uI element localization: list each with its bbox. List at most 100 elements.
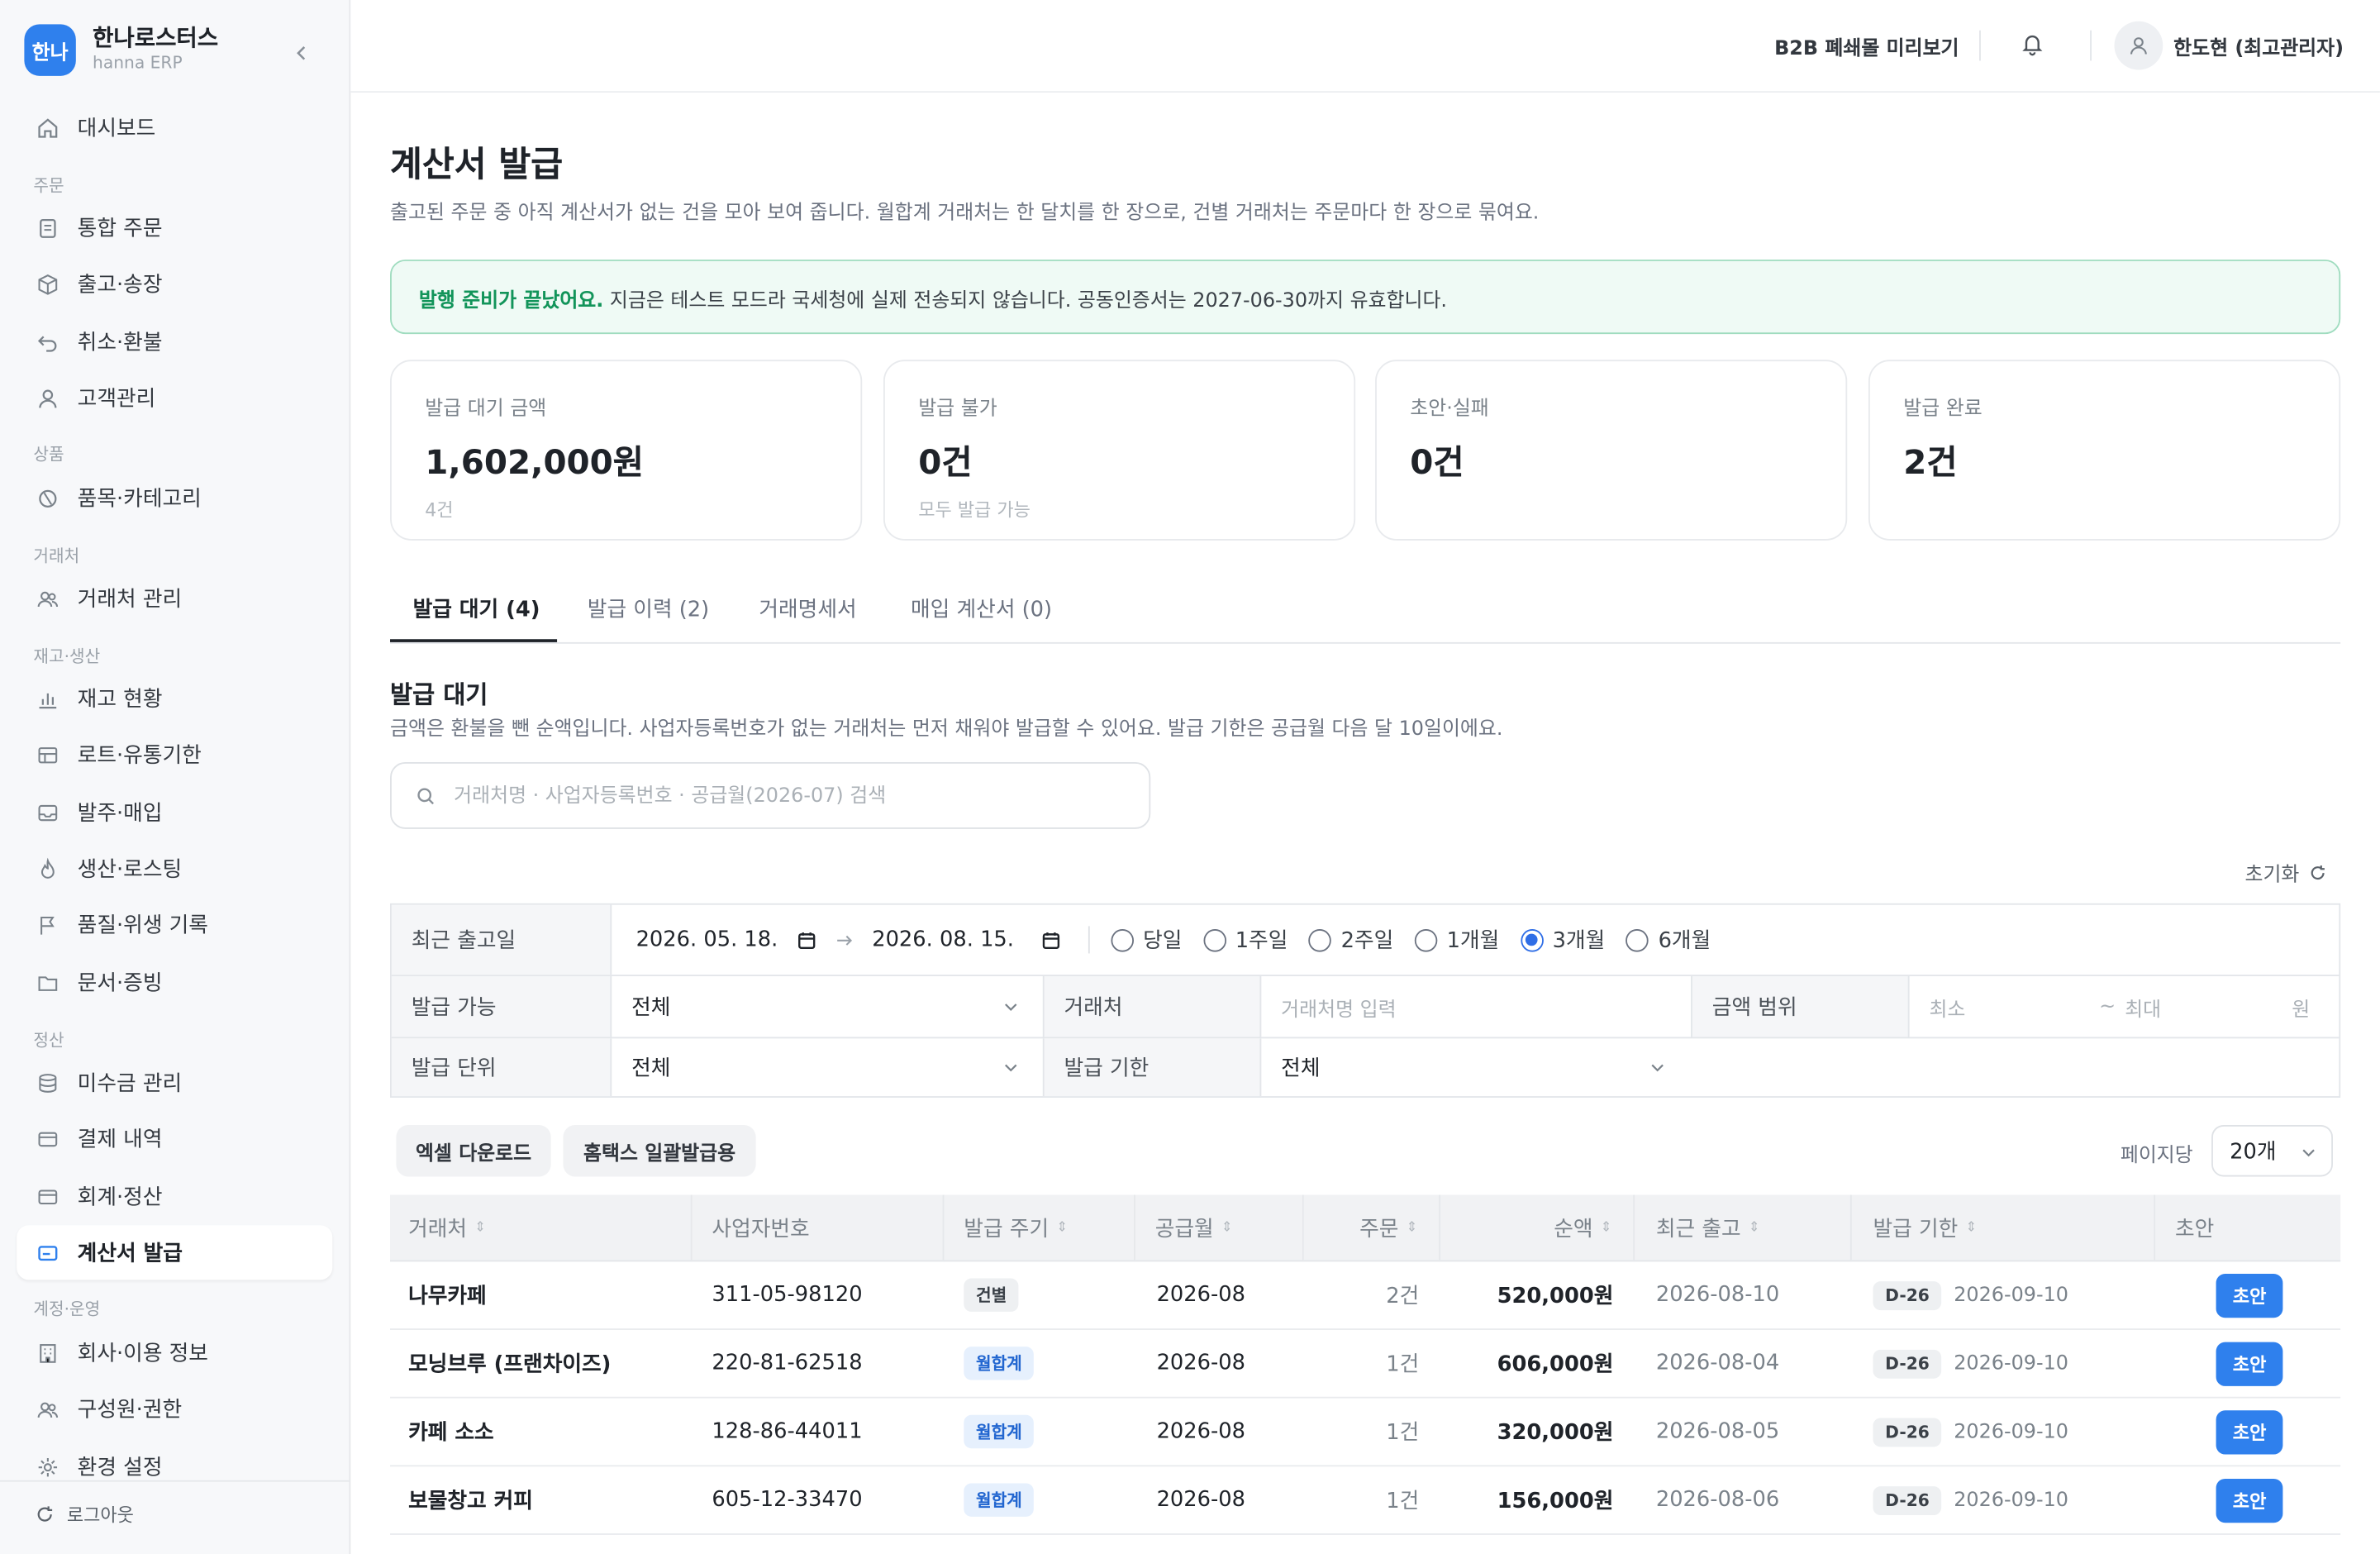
cell-deadline: D-26 2026-09-10 [1873, 1261, 2068, 1328]
sidebar-item-receivable[interactable]: 미수금 관리 [17, 1056, 332, 1110]
tab-purchase-invoice[interactable]: 매입 계산서 (0) [911, 593, 1052, 624]
table-row[interactable]: 카페 소소 128-86-44011 월합계 2026-08 1건 320,00… [390, 1399, 2341, 1467]
sidebar-item-accounting[interactable]: 회계·정산 [17, 1169, 332, 1223]
draft-button[interactable]: 초안 [2216, 1409, 2283, 1454]
range-radio-1month[interactable]: 1개월 [1415, 925, 1499, 956]
issuable-select[interactable]: 전체 [612, 976, 1043, 1037]
col-header-amount[interactable]: 순액 ⇕ [1440, 1194, 1635, 1262]
partner-input[interactable]: 거래처명 입력 [1261, 976, 1691, 1037]
sort-icon: ⇕ [1056, 1220, 1069, 1237]
radio-circle-selected [1521, 928, 1544, 951]
col-header-orders[interactable]: 주문 ⇕ [1304, 1194, 1441, 1262]
unit-select[interactable]: 전체 [612, 1038, 1043, 1096]
range-radio-today[interactable]: 당일 [1111, 925, 1182, 956]
sidebar-item-company[interactable]: 회사·이용 정보 [17, 1325, 332, 1380]
amount-min-input[interactable]: 최소 [1929, 992, 2099, 1022]
deadline-select[interactable]: 전체 [1261, 1038, 1691, 1096]
filter-label: 거래처 [1042, 975, 1262, 1037]
nav-section-partner: 거래처 [33, 546, 80, 567]
sidebar-item-partners[interactable]: 거래처 관리 [17, 571, 332, 626]
sidebar-item-docs[interactable]: 문서·증빙 [17, 955, 332, 1009]
logout-button[interactable]: 로그아웃 [33, 1501, 134, 1527]
range-radio-6month[interactable]: 6개월 [1626, 925, 1711, 956]
sidebar-item-orders[interactable]: 통합 주문 [17, 200, 332, 255]
sidebar-item-customers[interactable]: 고객관리 [17, 370, 332, 425]
cell-cycle: 건별 [964, 1261, 1019, 1328]
cell-draft: 초안 [2216, 1399, 2283, 1466]
col-header-label: 순액 [1554, 1218, 1593, 1242]
search-box[interactable] [390, 762, 1151, 829]
amount-range: 최소 ~ 최대 원 [1910, 976, 2340, 1037]
calendar-icon[interactable] [1041, 930, 1061, 950]
table-row[interactable]: 모닝브루 (프랜차이즈) 220-81-62518 월합계 2026-08 1건… [390, 1330, 2341, 1399]
bell-icon[interactable] [2021, 32, 2048, 60]
date-from-input[interactable]: 2026. 05. 18. [636, 927, 778, 951]
sidebar-item-category[interactable]: 품목·카테고리 [17, 470, 332, 525]
sidebar-item-purchase[interactable]: 발주·매입 [17, 785, 332, 840]
avatar[interactable] [2114, 21, 2163, 70]
sidebar-item-lot[interactable]: 로트·유통기한 [17, 727, 332, 782]
cycle-badge: 건별 [964, 1278, 1019, 1312]
hometax-bulk-button[interactable]: 홈택스 일괄발급용 [563, 1124, 756, 1177]
tab-history[interactable]: 발급 이력 (2) [588, 593, 709, 624]
page-title: 계산서 발급 [390, 145, 564, 186]
sidebar-item-invoice[interactable]: 계산서 발급 [17, 1225, 333, 1280]
sidebar-item-roasting[interactable]: 생산·로스팅 [17, 841, 332, 896]
amount-max-input[interactable]: 최대 [2125, 992, 2292, 1022]
col-header-recent[interactable]: 최근 출고 ⇕ [1635, 1194, 1852, 1262]
excel-download-button[interactable]: 엑셀 다운로드 [396, 1124, 551, 1177]
sidebar-item-members[interactable]: 구성원·권한 [17, 1381, 332, 1436]
draft-button[interactable]: 초안 [2216, 1341, 2283, 1385]
calendar-icon[interactable] [796, 930, 816, 950]
date-to-input[interactable]: 2026. 08. 15. [872, 927, 1014, 951]
range-radio-2week[interactable]: 2주일 [1309, 925, 1393, 956]
sidebar-item-inventory[interactable]: 재고 현황 [17, 671, 332, 726]
sidebar-item-refund[interactable]: 취소·환불 [17, 314, 332, 369]
user-name[interactable]: 한도현 (최고관리자) [2173, 32, 2344, 61]
collapse-sidebar-button[interactable] [288, 40, 316, 67]
col-header-deadline[interactable]: 발급 기한 ⇕ [1852, 1194, 2156, 1262]
deadline-date: 2026-09-10 [1954, 1283, 2069, 1307]
table-row[interactable]: 나무카페 311-05-98120 건별 2026-08 2건 520,000원… [390, 1261, 2341, 1330]
refresh-icon [2311, 865, 2325, 879]
draft-button[interactable]: 초안 [2216, 1273, 2283, 1318]
sidebar-item-quality[interactable]: 품질·위생 기록 [17, 897, 332, 951]
b2b-preview-link[interactable]: B2B 폐쇄몰 미리보기 [1774, 32, 1959, 61]
stat-label: 발급 대기 금액 [425, 398, 547, 421]
sidebar-item-shipping[interactable]: 출고·송장 [17, 256, 332, 311]
sidebar-item-payments[interactable]: 결제 내역 [17, 1111, 332, 1166]
search-input[interactable] [454, 784, 1092, 808]
sidebar-item-label: 문서·증빙 [77, 971, 163, 996]
cell-cycle: 월합계 [964, 1399, 1035, 1466]
sort-icon: ⇕ [1406, 1220, 1418, 1237]
cell-partner: 모닝브루 (프랜차이즈) [408, 1352, 612, 1377]
sidebar: 한나 한나로스터스 hanna ERP 대시보드 주문 통합 주문 출고·송장 … [0, 0, 351, 1554]
draft-button[interactable]: 초안 [2216, 1478, 2283, 1523]
col-header-label: 사업자번호 [712, 1218, 810, 1242]
tab-pending[interactable]: 발급 대기 (4) [413, 593, 540, 624]
col-header-draft: 초안 [2155, 1194, 2340, 1261]
col-header-cycle[interactable]: 발급 주기 ⇕ [944, 1194, 1135, 1262]
table-row[interactable]: 보물창고 커피 605-12-33470 월합계 2026-08 1건 156,… [390, 1466, 2341, 1535]
nav-section-product: 상품 [33, 445, 64, 465]
col-header-month[interactable]: 공급월 ⇕ [1135, 1194, 1304, 1262]
col-header-label: 최근 출고 [1655, 1218, 1741, 1242]
range-radio-1week[interactable]: 1주일 [1203, 925, 1288, 956]
col-header-partner[interactable]: 거래처 ⇕ [390, 1194, 693, 1262]
range-radio-3month[interactable]: 3개월 [1521, 925, 1605, 956]
cell-biz-number: 128-86-44011 [712, 1419, 863, 1444]
building-icon [35, 1341, 59, 1365]
cell-cycle: 월합계 [964, 1330, 1035, 1397]
reset-button[interactable]: 초기화 [2244, 858, 2326, 887]
sidebar-item-dashboard[interactable]: 대시보드 [17, 100, 332, 155]
brand[interactable]: 한나 한나로스터스 hanna ERP [24, 24, 218, 76]
receipt-icon [35, 1241, 59, 1265]
sidebar-item-label: 회계·정산 [77, 1185, 163, 1210]
filter-row-3: 발급 단위 전체 발급 기한 전체 [391, 1038, 2339, 1097]
cell-deadline: D-26 2026-09-10 [1873, 1330, 2068, 1397]
per-page-select[interactable]: 20개 [2211, 1124, 2334, 1177]
tab-statement[interactable]: 거래명세서 [759, 593, 856, 624]
document-icon [35, 216, 59, 240]
cell-orders: 1건 [1386, 1352, 1420, 1377]
sidebar-item-settings[interactable]: 환경 설정 [17, 1439, 332, 1494]
